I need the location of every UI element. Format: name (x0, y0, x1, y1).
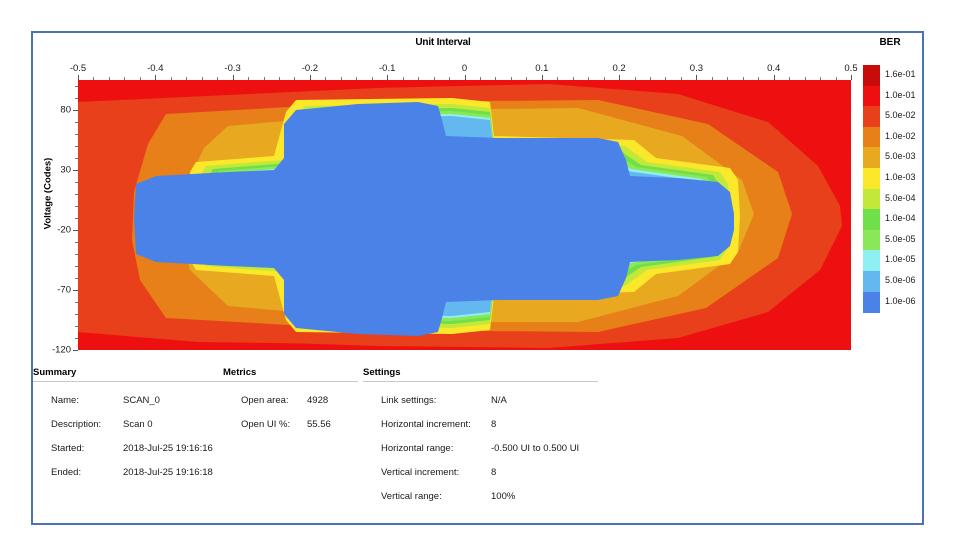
info-row-value: 8 (491, 467, 496, 478)
legend-label: 1.6e-01 (885, 69, 916, 79)
summary-divider (33, 381, 223, 382)
info-row-key: Vertical increment: (363, 467, 491, 478)
legend-label: 5.0e-06 (885, 275, 916, 285)
info-row-key: Description: (33, 419, 123, 430)
summary-column: Summary Name:SCAN_0 Description:Scan 0 Sta… (33, 367, 223, 478)
y-axis-title: Voltage (Codes) (43, 139, 54, 249)
legend-color-swatch (863, 250, 880, 271)
info-row: Open UI %:55.56 (223, 419, 358, 430)
x-tick-label: 0.5 (844, 63, 857, 74)
legend-color-swatch (863, 209, 880, 230)
x-tick-label: 0.3 (690, 63, 703, 74)
ber-colorbar-legend: BER 1.6e-01 1.0e-01 5.0e-02 1.0e-02 5.0e-03 1… (861, 37, 921, 362)
info-row-key: Started: (33, 443, 123, 454)
legend-label: 5.0e-04 (885, 193, 916, 203)
legend-color-swatch (863, 168, 880, 189)
legend-color-swatch (863, 292, 880, 313)
x-tick-label: -0.2 (302, 63, 318, 74)
legend-label: 1.0e-01 (885, 90, 916, 100)
x-tick-label: 0.1 (535, 63, 548, 74)
info-row: Open area:4928 (223, 395, 358, 406)
info-row: Ended:2018-Jul-25 19:16:18 (33, 467, 223, 478)
info-row-value: 8 (491, 419, 496, 430)
info-row-value: 55.56 (307, 419, 331, 430)
info-row-key: Open UI %: (223, 419, 307, 430)
info-row-value: SCAN_0 (123, 395, 160, 406)
info-row: Horizontal range:-0.500 UI to 0.500 UI (363, 443, 598, 454)
info-row-value: 2018-Jul-25 19:16:16 (123, 443, 213, 454)
info-row-key: Horizontal increment: (363, 419, 491, 430)
info-row-key: Ended: (33, 467, 123, 478)
scan-info-section: Summary Name:SCAN_0 Description:Scan 0 Sta… (33, 367, 922, 523)
info-row-value: N/A (491, 395, 507, 406)
legend-label: 5.0e-05 (885, 234, 916, 244)
y-tick (73, 350, 78, 351)
ber-eye-chart: Unit Interval Voltage (Codes) -0.5 -0.4 -0… (33, 33, 922, 363)
x-axis: -0.5-0.4-0.3-0.2-0.100.10.20.30.40.5 (78, 61, 851, 80)
info-row: Name:SCAN_0 (33, 395, 223, 406)
info-row: Vertical range:100% (363, 491, 598, 502)
info-row: Horizontal increment:8 (363, 419, 598, 430)
info-row-key: Open area: (223, 395, 307, 406)
info-row-value: -0.500 UI to 0.500 UI (491, 443, 579, 454)
x-tick-label: 0.4 (767, 63, 780, 74)
colorbar-title: BER (861, 37, 919, 48)
legend-label: 1.0e-05 (885, 254, 916, 264)
info-row-value: 100% (491, 491, 515, 502)
settings-heading: Settings (363, 367, 598, 381)
legend-label: 5.0e-03 (885, 151, 916, 161)
summary-heading: Summary (33, 367, 223, 381)
legend-label: 1.0e-02 (885, 131, 916, 141)
eye-diagram-scan-window: Unit Interval Voltage (Codes) -0.5 -0.4 -0… (0, 0, 958, 560)
legend-color-swatch (863, 271, 880, 292)
x-axis-title: Unit Interval (33, 37, 853, 48)
info-row-value: Scan 0 (123, 419, 153, 430)
x-tick (851, 75, 852, 80)
settings-divider (363, 381, 598, 382)
info-row-key: Name: (33, 395, 123, 406)
metrics-divider (223, 381, 358, 382)
legend-color-swatch (863, 106, 880, 127)
info-row: Started:2018-Jul-25 19:16:16 (33, 443, 223, 454)
metrics-column: Metrics Open area:4928 Open UI %:55.56 (223, 367, 358, 430)
y-axis: 8030-20-70-120 (53, 80, 78, 350)
info-row-key: Horizontal range: (363, 443, 491, 454)
metrics-heading: Metrics (223, 367, 358, 381)
legend-color-swatch (863, 189, 880, 210)
y-tick-label: 30 (60, 165, 71, 176)
info-row: Vertical increment:8 (363, 467, 598, 478)
legend-color-swatch (863, 86, 880, 107)
x-tick-label: 0 (462, 63, 467, 74)
y-tick-label: -70 (57, 285, 71, 296)
info-row-key: Link settings: (363, 395, 491, 406)
y-tick-label: -20 (57, 225, 71, 236)
info-row-value: 2018-Jul-25 19:16:18 (123, 467, 213, 478)
ber-contour-plot[interactable] (78, 80, 851, 350)
contour-surface (78, 80, 851, 350)
info-row: Link settings:N/A (363, 395, 598, 406)
legend-label: 1.0e-03 (885, 172, 916, 182)
legend-color-swatch (863, 127, 880, 148)
legend-color-swatch (863, 230, 880, 251)
legend-label: 5.0e-02 (885, 110, 916, 120)
legend-color-swatch (863, 147, 880, 168)
x-tick-label: -0.5 (70, 63, 86, 74)
legend-label: 1.0e-04 (885, 213, 916, 223)
legend-label: 1.0e-06 (885, 296, 916, 306)
x-tick-label: -0.3 (224, 63, 240, 74)
x-tick-label: 0.2 (612, 63, 625, 74)
info-row-value: 4928 (307, 395, 328, 406)
y-tick-label: -120 (52, 345, 71, 356)
info-row-key: Vertical range: (363, 491, 491, 502)
settings-column: Settings Link settings:N/A Horizontal inc… (363, 367, 598, 502)
legend-color-swatch (863, 65, 880, 86)
x-tick-label: -0.4 (147, 63, 163, 74)
scan-result-panel: Unit Interval Voltage (Codes) -0.5 -0.4 -0… (31, 31, 924, 525)
x-tick-label: -0.1 (379, 63, 395, 74)
y-tick-label: 80 (60, 105, 71, 116)
info-row: Description:Scan 0 (33, 419, 223, 430)
